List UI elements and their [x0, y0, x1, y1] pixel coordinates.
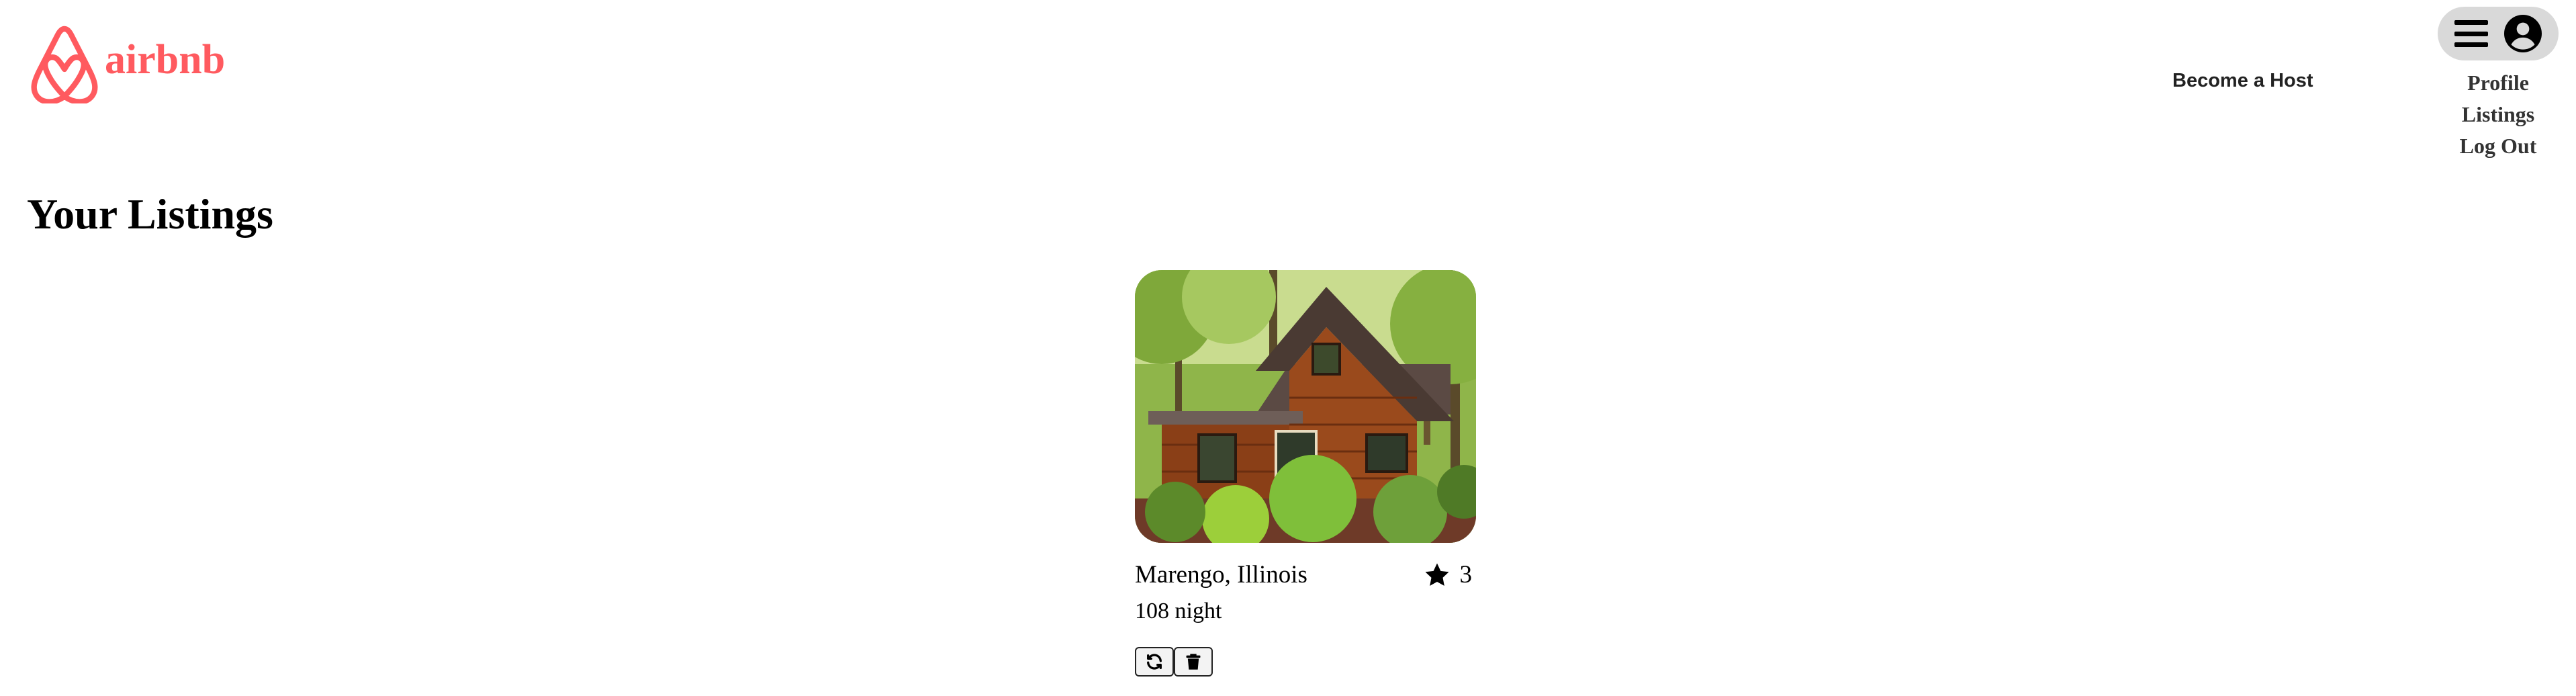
trash-icon — [1186, 654, 1201, 670]
listing-rating: 3 — [1424, 560, 1473, 589]
page-title: Your Listings — [27, 190, 273, 238]
listing-card[interactable]: Marengo, Illinois 3 108 night — [1135, 270, 1476, 677]
listing-actions — [1135, 647, 1476, 677]
user-dropdown-menu: Profile Listings Log Out — [2438, 67, 2559, 162]
logo[interactable]: airbnb — [27, 24, 225, 103]
menu-item-listings[interactable]: Listings — [2462, 99, 2534, 130]
refresh-icon — [1147, 654, 1162, 670]
log-cabin-photo[interactable] — [1135, 270, 1476, 543]
menu-item-profile[interactable]: Profile — [2467, 67, 2529, 99]
star-icon — [1425, 563, 1448, 586]
listing-price: 108 night — [1135, 599, 1222, 623]
update-listing-button[interactable] — [1135, 647, 1174, 677]
airbnb-logo-icon — [31, 26, 98, 103]
hamburger-icon — [2454, 20, 2488, 47]
rating-value: 3 — [1459, 561, 1473, 589]
menu-item-logout[interactable]: Log Out — [2460, 130, 2537, 162]
user-circle-icon — [2504, 15, 2542, 52]
listing-location: Marengo, Illinois — [1135, 561, 1307, 589]
become-host-link[interactable]: Become a Host — [2172, 70, 2313, 92]
header: airbnb Become a Host Profile Listings Lo… — [0, 0, 2576, 168]
user-menu-button[interactable] — [2438, 7, 2559, 60]
brand-name: airbnb — [105, 36, 226, 83]
delete-listing-button[interactable] — [1174, 647, 1213, 677]
listing-info-row: Marengo, Illinois 3 — [1135, 560, 1476, 589]
